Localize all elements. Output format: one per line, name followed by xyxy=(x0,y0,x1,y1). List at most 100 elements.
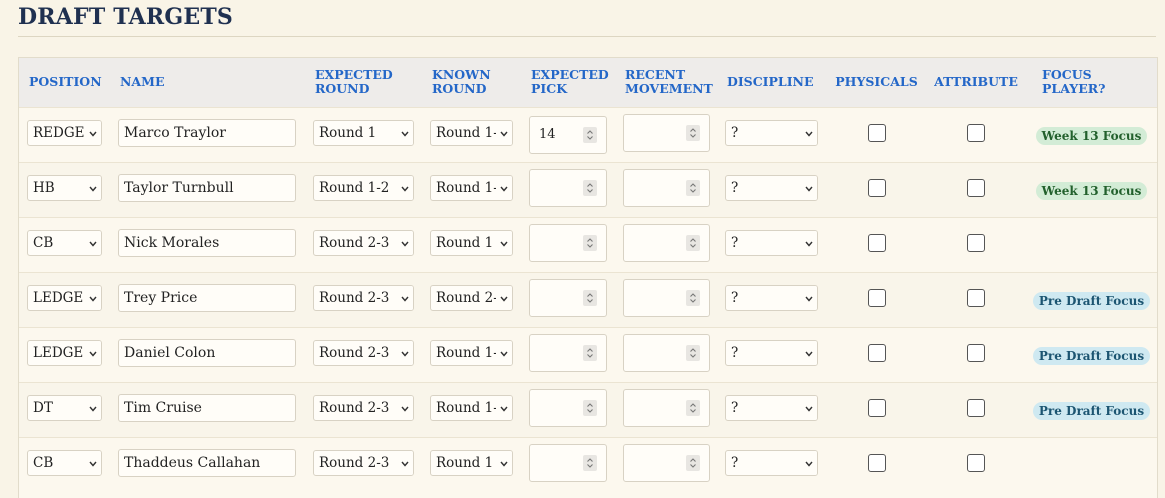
recent-movement-input[interactable] xyxy=(623,388,710,427)
known-round-select[interactable]: Round 1- xyxy=(430,174,513,201)
physicals-checkbox[interactable] xyxy=(867,178,886,197)
position-select[interactable]: REDGE xyxy=(27,119,102,146)
col-header-focus-player[interactable]: FOCUS PLAYER? xyxy=(1026,58,1157,107)
table-row: LEDGE Trey Price Round 2-3 Round 2-? Pre Dra… xyxy=(19,272,1157,327)
position-select[interactable]: LEDGE xyxy=(27,339,102,366)
col-header-recent-movement[interactable]: RECENT MOVEMENT xyxy=(615,58,717,107)
discipline-select[interactable]: ? xyxy=(725,449,818,476)
expected-round-select[interactable]: Round 2-3 xyxy=(313,229,414,256)
name-input[interactable]: Taylor Turnbull xyxy=(118,173,296,202)
expected-pick-input[interactable] xyxy=(529,388,607,427)
name-input[interactable]: Trey Price xyxy=(118,283,296,312)
physicals-checkbox[interactable] xyxy=(867,453,886,472)
attribute-checkbox[interactable] xyxy=(967,233,985,252)
recent-movement-input[interactable] xyxy=(623,278,710,317)
focus-badge: Week 13 Focus xyxy=(1035,181,1148,200)
cell-position: CB xyxy=(19,437,110,492)
table-row: LEDGE Daniel Colon Round 2-3 Round 1-? Pre D… xyxy=(19,327,1157,382)
position-select[interactable]: CB xyxy=(27,449,102,476)
focus-badge: Pre Draft Focus xyxy=(1032,346,1151,365)
cell-known-round: Round 1 xyxy=(422,217,521,272)
discipline-select[interactable]: ? xyxy=(725,394,818,421)
col-header-expected-round[interactable]: EXPECTED ROUND xyxy=(305,58,422,107)
cell-name: Marco Traylor xyxy=(110,107,305,162)
expected-round-select[interactable]: Round 2-3 xyxy=(313,339,414,366)
cell-physicals xyxy=(827,217,926,272)
known-round-select[interactable]: Round 1- xyxy=(430,394,513,421)
chevron-down-icon xyxy=(401,186,409,192)
cell-expected-pick xyxy=(521,382,615,437)
recent-movement-input[interactable] xyxy=(623,168,710,207)
recent-movement-input[interactable] xyxy=(623,443,710,482)
known-round-select[interactable]: Round 1 xyxy=(430,449,513,476)
table-row: CB Nick Morales Round 2-3 Round 1? xyxy=(19,217,1157,272)
expected-round-select[interactable]: Round 1 xyxy=(313,119,414,146)
name-input[interactable]: Thaddeus Callahan xyxy=(118,448,296,477)
expected-pick-input[interactable] xyxy=(529,333,607,372)
known-round-select[interactable]: Round 1- xyxy=(430,339,513,366)
expected-round-select[interactable]: Round 2-3 xyxy=(313,284,414,311)
expected-pick-input[interactable] xyxy=(529,168,607,207)
known-round-select[interactable]: Round 2- xyxy=(430,284,513,311)
physicals-checkbox[interactable] xyxy=(867,398,886,417)
col-header-physicals[interactable]: PHYSICALS xyxy=(827,58,926,107)
position-select[interactable]: HB xyxy=(27,174,102,201)
col-header-position[interactable]: POSITION xyxy=(19,58,110,107)
expected-round-select[interactable]: Round 1-2 xyxy=(313,174,414,201)
physicals-checkbox[interactable] xyxy=(867,123,886,142)
discipline-select[interactable]: ? xyxy=(725,229,818,256)
col-header-name[interactable]: NAME xyxy=(110,58,305,107)
attribute-checkbox[interactable] xyxy=(967,398,985,417)
attribute-checkbox[interactable] xyxy=(967,343,985,362)
physicals-checkbox[interactable] xyxy=(867,343,886,362)
discipline-select[interactable]: ? xyxy=(725,339,818,366)
cell-attribute xyxy=(926,107,1026,162)
attribute-checkbox[interactable] xyxy=(967,123,985,142)
cell-expected-round: Round 2-3 xyxy=(305,217,422,272)
spinner-arrows-icon xyxy=(587,237,593,248)
discipline-select[interactable]: ? xyxy=(725,174,818,201)
name-input[interactable]: Daniel Colon xyxy=(118,338,296,367)
expected-pick-input[interactable] xyxy=(529,223,607,262)
attribute-checkbox[interactable] xyxy=(967,288,985,307)
cell-discipline: ? xyxy=(717,217,827,272)
cell-recent-movement xyxy=(615,382,717,437)
col-header-attribute[interactable]: ATTRIBUTE xyxy=(926,58,1026,107)
discipline-select[interactable]: ? xyxy=(725,119,818,146)
attribute-checkbox[interactable] xyxy=(967,453,985,472)
cell-attribute xyxy=(926,382,1026,437)
recent-movement-input[interactable] xyxy=(623,333,710,372)
known-round-select[interactable]: Round 1- xyxy=(430,119,513,146)
name-input[interactable]: Tim Cruise xyxy=(118,393,296,422)
cell-name: Trey Price xyxy=(110,272,305,327)
name-input[interactable]: Nick Morales xyxy=(118,228,296,257)
expected-round-select[interactable]: Round 2-3 xyxy=(313,449,414,476)
table-header-row: POSITION NAME EXPECTED ROUND KNOWN ROUND E… xyxy=(19,58,1157,107)
chevron-down-icon xyxy=(401,406,409,412)
physicals-checkbox[interactable] xyxy=(867,233,886,252)
cell-physicals xyxy=(827,107,926,162)
expected-pick-input[interactable] xyxy=(529,443,607,482)
position-select[interactable]: DT xyxy=(27,394,102,421)
physicals-checkbox[interactable] xyxy=(867,288,886,307)
recent-movement-input[interactable] xyxy=(623,113,710,152)
col-header-known-round[interactable]: KNOWN ROUND xyxy=(422,58,521,107)
cell-expected-round: Round 2-3 xyxy=(305,272,422,327)
col-header-expected-pick[interactable]: EXPECTED PICK xyxy=(521,58,615,107)
name-input[interactable]: Marco Traylor xyxy=(118,118,296,147)
known-round-select[interactable]: Round 1 xyxy=(430,229,513,256)
spinner-arrows-icon xyxy=(690,292,696,303)
attribute-checkbox[interactable] xyxy=(967,178,985,197)
position-select[interactable]: CB xyxy=(27,229,102,256)
expected-pick-input[interactable]: 14 xyxy=(529,115,607,154)
position-select[interactable]: LEDGE xyxy=(27,284,102,311)
focus-badge: Pre Draft Focus xyxy=(1032,291,1151,310)
col-header-discipline[interactable]: DISCIPLINE xyxy=(717,58,827,107)
expected-round-select[interactable]: Round 2-3 xyxy=(313,394,414,421)
cell-discipline: ? xyxy=(717,162,827,217)
discipline-select[interactable]: ? xyxy=(725,284,818,311)
recent-movement-input[interactable] xyxy=(623,223,710,262)
focus-badge: Pre Draft Focus xyxy=(1032,401,1151,420)
expected-pick-input[interactable] xyxy=(529,278,607,317)
page-title: DRAFT TARGETS xyxy=(18,4,234,30)
